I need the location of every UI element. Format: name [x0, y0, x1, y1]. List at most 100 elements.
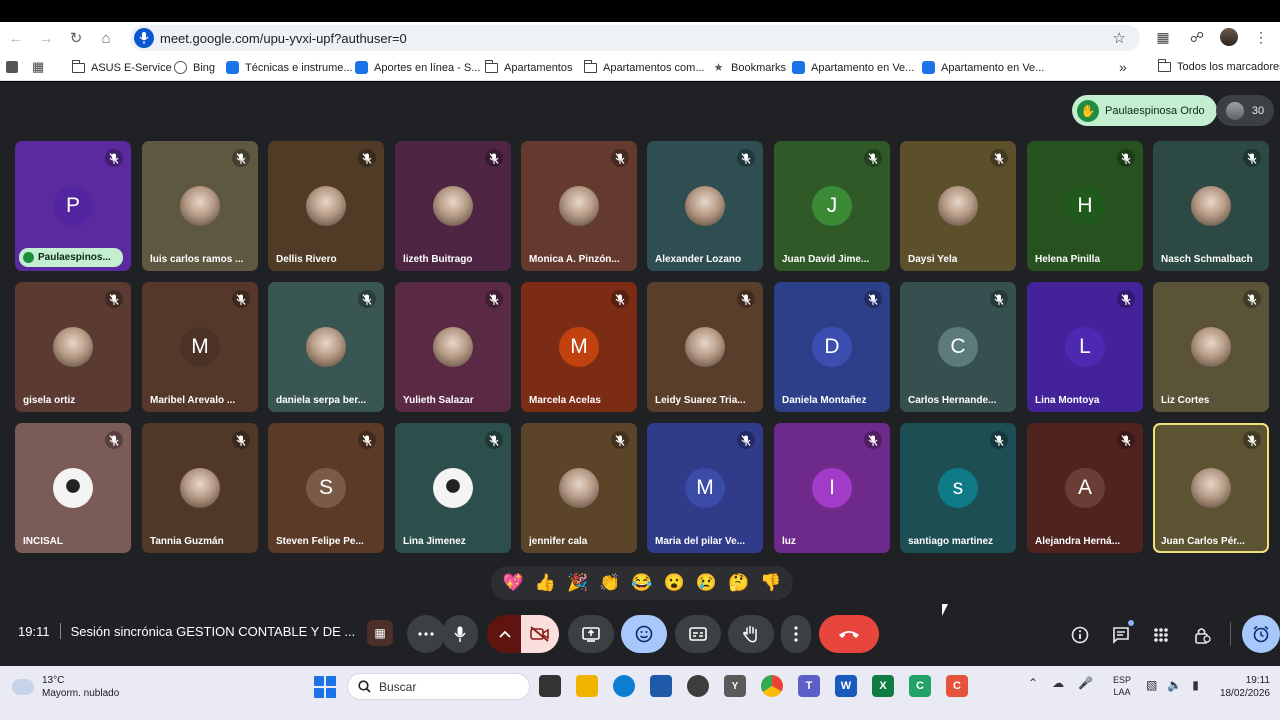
bookmark-item[interactable]: Apartamentos — [484, 59, 572, 74]
participant-tile[interactable]: Liz Cortes — [1153, 282, 1269, 412]
forward-arrow-icon[interactable]: → — [31, 23, 61, 53]
store-icon[interactable] — [650, 675, 672, 697]
participant-tile[interactable]: luis carlos ramos ... — [142, 141, 258, 271]
participant-tile[interactable]: D Daniela Montañez — [774, 282, 890, 412]
windows-start-icon[interactable] — [314, 676, 336, 698]
participant-tile[interactable]: M Maribel Arevalo ... — [142, 282, 258, 412]
participant-tile[interactable]: Leidy Suarez Tria... — [647, 282, 763, 412]
camera-off-button[interactable] — [521, 615, 559, 653]
raise-hand-button[interactable] — [728, 615, 774, 653]
address-bar[interactable]: meet.google.com/upu-yvxi-upf?authuser=0 … — [130, 25, 1140, 51]
bookmark-item[interactable]: ★ Bookmarks — [712, 61, 786, 75]
emoji-reaction-button[interactable] — [621, 615, 667, 653]
participant-tile[interactable]: Daysi Yela — [900, 141, 1016, 271]
edge-browser-icon[interactable] — [613, 675, 635, 697]
app-green-c-icon[interactable]: C — [909, 675, 931, 697]
bookmark-item[interactable]: Apartamento en Ve... — [922, 61, 1044, 74]
participant-tile[interactable]: Dellis Rivero — [268, 141, 384, 271]
tray-mic-icon[interactable]: 🎤 — [1078, 676, 1093, 690]
tab-search-icon[interactable] — [6, 61, 18, 73]
reaction-emoji-button[interactable]: 😢 — [696, 573, 717, 593]
file-explorer-icon[interactable] — [576, 675, 598, 697]
leave-call-button[interactable] — [819, 615, 879, 653]
participant-tile[interactable]: M Marcela Acelas — [521, 282, 637, 412]
tray-chevron-up-icon[interactable]: ⌃ — [1028, 676, 1038, 690]
excel-icon[interactable]: X — [872, 675, 894, 697]
bookmark-item[interactable]: Apartamento en Ve... — [792, 61, 914, 74]
bookmark-item[interactable]: Apartamentos com... — [583, 59, 705, 74]
reaction-emoji-button[interactable]: 🎉 — [567, 573, 588, 593]
raised-hand-notification[interactable]: ✋ Paulaespinosa Ordo — [1072, 95, 1217, 126]
input-language[interactable]: ESP LAA — [1113, 674, 1131, 698]
apps-grid-icon[interactable]: ▦ — [32, 59, 44, 75]
more-bookmarks-chevron-icon[interactable]: » — [1119, 59, 1127, 75]
bookmark-item[interactable]: ASUS E-Service — [71, 59, 172, 74]
participant-tile[interactable]: Alexander Lozano — [647, 141, 763, 271]
more-options-icon[interactable] — [407, 615, 445, 653]
people-button[interactable]: 30 — [1216, 95, 1274, 126]
participant-tile[interactable]: Tannia Guzmán — [142, 423, 258, 553]
building-icon[interactable]: ▦ — [367, 620, 393, 646]
more-vert-icon[interactable] — [781, 615, 811, 653]
reaction-emoji-button[interactable]: 👎 — [760, 573, 781, 593]
bookmark-item[interactable]: Bing — [174, 61, 215, 74]
reaction-emoji-button[interactable]: 👏 — [599, 573, 620, 593]
participant-tile[interactable]: Yulieth Salazar — [395, 282, 511, 412]
participant-tile[interactable]: J Juan David Jime... — [774, 141, 890, 271]
weather-widget[interactable]: 13°C Mayorm. nublado — [9, 674, 119, 700]
reaction-emoji-button[interactable]: 🤔 — [728, 573, 749, 593]
timer-alarm-icon[interactable] — [1242, 615, 1280, 653]
site-mic-icon[interactable] — [134, 28, 154, 48]
back-arrow-icon[interactable]: ← — [1, 23, 31, 53]
reaction-emoji-button[interactable]: 😂 — [631, 573, 652, 593]
participant-tile[interactable]: A Alejandra Herná... — [1027, 423, 1143, 553]
all-bookmarks-folder[interactable]: Todos los marcadores — [1157, 59, 1280, 74]
participant-tile[interactable]: jennifer cala — [521, 423, 637, 553]
reload-icon[interactable]: ↻ — [61, 23, 91, 53]
participant-tile[interactable]: Nasch Schmalbach — [1153, 141, 1269, 271]
reaction-emoji-button[interactable]: 👍 — [535, 573, 556, 593]
participant-tile[interactable]: Juan Carlos Pér... — [1153, 423, 1269, 553]
participant-tile[interactable]: INCISAL — [15, 423, 131, 553]
task-view-icon[interactable] — [539, 675, 561, 697]
extensions-icon[interactable]: ☍ — [1186, 26, 1208, 48]
teams-icon[interactable]: T — [798, 675, 820, 697]
participant-tile[interactable]: M Maria del pilar Ve... — [647, 423, 763, 553]
extension-puzzle-icon-1[interactable]: ▦ — [1152, 26, 1174, 48]
bookmark-item[interactable]: Aportes en línea - S... — [355, 61, 480, 74]
meeting-details-icon[interactable] — [1067, 622, 1093, 648]
profile-avatar[interactable] — [1220, 28, 1238, 46]
bookmark-star-icon[interactable]: ☆ — [1113, 29, 1126, 47]
participant-tile[interactable]: C Carlos Hernande... — [900, 282, 1016, 412]
taskbar-search[interactable]: Buscar — [347, 673, 530, 700]
app-y-icon[interactable]: Y — [724, 675, 746, 697]
app-hexagon-icon[interactable] — [687, 675, 709, 697]
participant-tile[interactable]: H Helena Pinilla — [1027, 141, 1143, 271]
bookmark-item[interactable]: Técnicas e instrume... — [226, 61, 353, 74]
taskbar-clock[interactable]: 19:11 18/02/2026 — [1220, 674, 1270, 700]
participant-tile[interactable]: Iluz — [774, 423, 890, 553]
volume-icon[interactable]: 🔈 — [1167, 678, 1182, 692]
video-options-chevron-icon[interactable] — [487, 615, 523, 653]
app-red-c-icon[interactable]: C — [946, 675, 968, 697]
participant-tile[interactable]: gisela ortiz — [15, 282, 131, 412]
participant-tile[interactable]: P Paulaespinos... — [15, 141, 131, 271]
participant-tile[interactable]: S Steven Felipe Pe... — [268, 423, 384, 553]
reaction-emoji-button[interactable]: 😮 — [664, 573, 685, 593]
microphone-button[interactable] — [442, 615, 478, 653]
participant-tile[interactable]: L Lina Montoya — [1027, 282, 1143, 412]
captions-button[interactable] — [675, 615, 721, 653]
reaction-emoji-button[interactable]: 💖 — [503, 573, 524, 593]
host-controls-lock-icon[interactable] — [1189, 622, 1215, 648]
present-screen-button[interactable] — [568, 615, 614, 653]
chat-icon[interactable] — [1108, 620, 1134, 648]
participant-tile[interactable]: daniela serpa ber... — [268, 282, 384, 412]
participant-tile[interactable]: Lina Jimenez — [395, 423, 511, 553]
word-icon[interactable]: W — [835, 675, 857, 697]
participant-tile[interactable]: Monica A. Pinzón... — [521, 141, 637, 271]
home-icon[interactable]: ⌂ — [91, 23, 121, 53]
activities-grid-icon[interactable] — [1148, 622, 1174, 648]
tray-network-cloud-icon[interactable]: ☁ — [1052, 676, 1064, 690]
menu-kebab-icon[interactable]: ⋮ — [1250, 26, 1272, 48]
chrome-icon[interactable] — [761, 675, 783, 697]
